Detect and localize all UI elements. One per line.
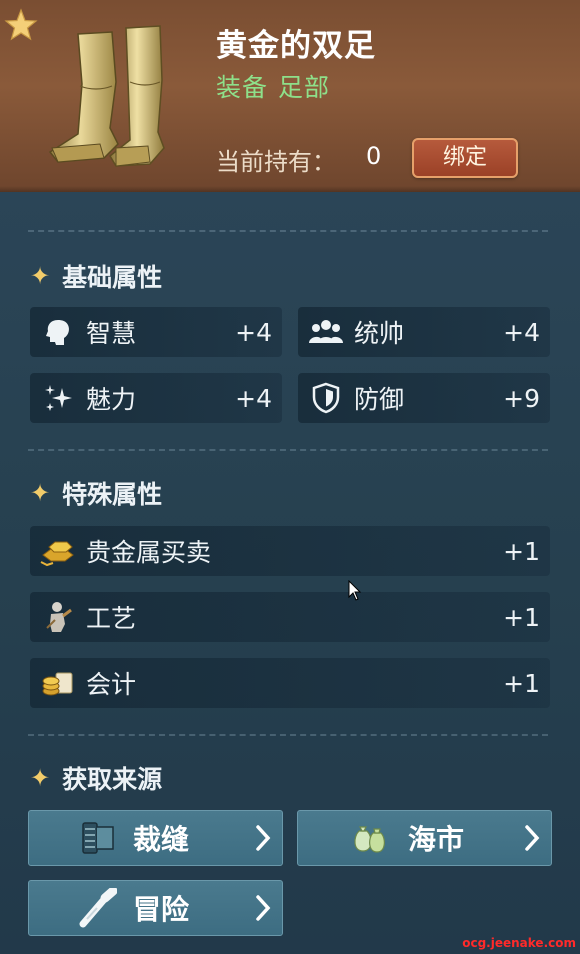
divider <box>28 734 548 736</box>
special-section-label: 特殊属性 <box>62 480 163 509</box>
source-label: 海市 <box>408 823 465 856</box>
statue-icon <box>38 597 78 637</box>
star-icon <box>4 8 38 41</box>
stat-value: +9 <box>503 383 540 413</box>
sparkle-icon <box>38 378 78 418</box>
source-button-tailor[interactable]: 裁缝 <box>28 810 283 866</box>
stat-row-defense: 防御 +9 <box>298 373 550 423</box>
special-section-title: ✦ 特殊属性 <box>30 475 162 511</box>
stat-row-precious-metal-trade: 贵金属买卖 +1 <box>30 526 550 576</box>
gold-bars-icon <box>38 531 78 571</box>
divider <box>28 230 548 232</box>
shield-icon <box>306 378 346 418</box>
sources-section-label: 获取来源 <box>62 765 163 794</box>
telescope-icon <box>75 886 119 930</box>
stat-value: +4 <box>503 317 540 347</box>
item-detail-panel: ✦ 基础属性 智慧 +4 统帅 +4 魅力 +4 防御 +9 ✦ 特殊属性 贵金… <box>0 192 580 954</box>
mouse-cursor-icon <box>348 580 362 601</box>
basic-section-label: 基础属性 <box>62 263 163 292</box>
stat-value: +1 <box>503 668 540 698</box>
stat-label: 工艺 <box>86 604 137 633</box>
source-button-sea-market[interactable]: 海市 <box>297 810 552 866</box>
money-bag-icon <box>348 816 392 860</box>
item-title: 黄金的双足 <box>216 28 376 64</box>
chevron-right-icon <box>525 825 540 851</box>
stat-label: 智慧 <box>86 319 137 348</box>
stat-value: +1 <box>503 602 540 632</box>
sparkle-bullet-icon: ✦ <box>30 764 51 792</box>
stat-label: 贵金属买卖 <box>86 538 212 567</box>
basic-section-title: ✦ 基础属性 <box>30 258 162 294</box>
sparkle-bullet-icon: ✦ <box>30 262 51 290</box>
sources-section-title: ✦ 获取来源 <box>30 760 162 796</box>
source-button-adventure[interactable]: 冒险 <box>28 880 283 936</box>
stat-label: 会计 <box>86 670 137 699</box>
sparkle-bullet-icon: ✦ <box>30 479 51 507</box>
stat-value: +4 <box>235 317 272 347</box>
stat-value: +4 <box>235 383 272 413</box>
chevron-right-icon <box>256 825 271 851</box>
source-label: 冒险 <box>133 893 190 926</box>
golden-boots-icon <box>48 25 165 167</box>
item-type-slot: 足部 <box>278 73 331 102</box>
item-type: 装备 足部 <box>216 68 340 104</box>
stat-label: 统帅 <box>354 319 405 348</box>
chevron-right-icon <box>256 895 271 921</box>
stat-row-wisdom: 智慧 +4 <box>30 307 282 357</box>
watermark: ocg.jeenake.com <box>462 936 576 950</box>
bind-button[interactable]: 绑定 <box>412 138 518 178</box>
stat-label: 魅力 <box>86 385 137 414</box>
item-type-main: 装备 <box>216 73 269 102</box>
hold-count: 0 <box>366 142 382 170</box>
people-icon <box>306 312 346 352</box>
hold-label: 当前持有： <box>216 148 336 176</box>
item-header: 黄金的双足 装备 足部 当前持有： 0 绑定 <box>0 0 580 192</box>
head-icon <box>38 312 78 352</box>
stat-label: 防御 <box>354 385 405 414</box>
stat-row-craft: 工艺 +1 <box>30 592 550 642</box>
divider <box>28 449 548 451</box>
stat-value: +1 <box>503 536 540 566</box>
stat-row-accounting: 会计 +1 <box>30 658 550 708</box>
source-label: 裁缝 <box>133 823 190 856</box>
stat-row-charm: 魅力 +4 <box>30 373 282 423</box>
stat-row-leadership: 统帅 +4 <box>298 307 550 357</box>
coins-scroll-icon <box>38 663 78 703</box>
fabric-roll-icon <box>75 816 119 860</box>
